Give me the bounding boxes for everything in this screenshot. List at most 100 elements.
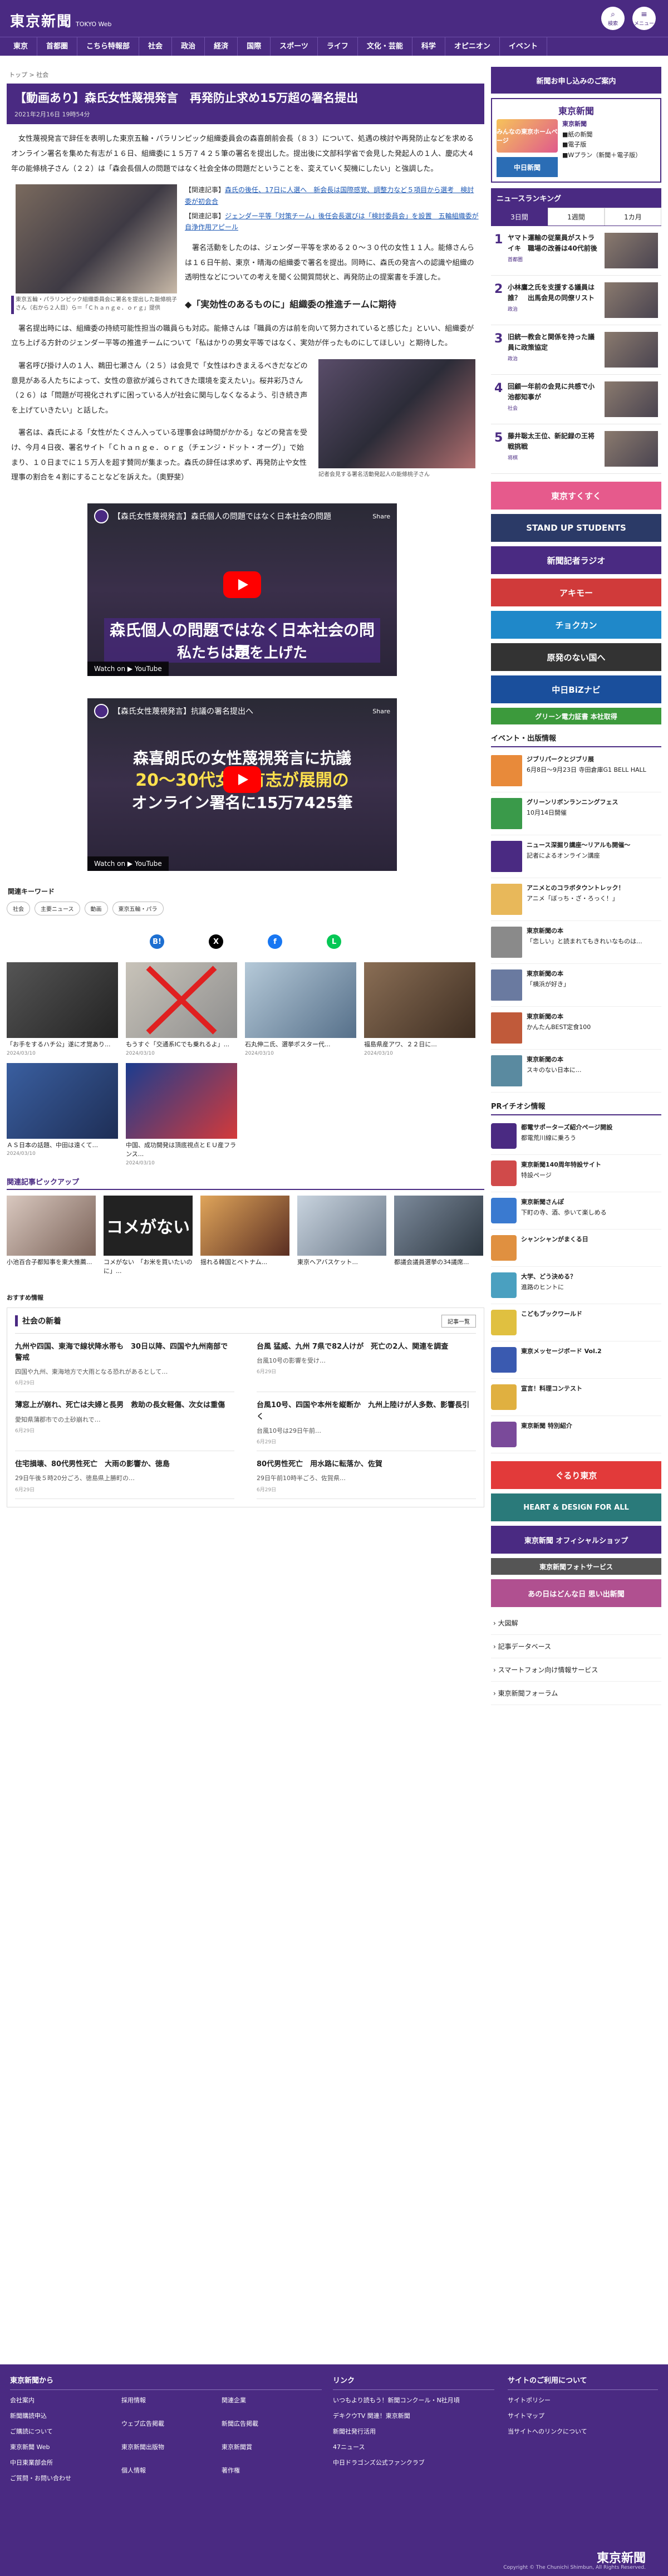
footer-link[interactable]: 新聞購読申込 [10, 2411, 105, 2420]
related-card[interactable]: 「お手をするハチ公」遂に才覚あり... 2024/03/10 [7, 962, 118, 1056]
banner-biznavi[interactable]: 中日BiZナビ [491, 675, 661, 703]
footer-link[interactable]: ご購読について [10, 2427, 105, 2436]
tab-1week[interactable]: 1週間 [548, 208, 605, 226]
footer-logo[interactable]: 東京新聞 [597, 2548, 646, 2566]
pickup-card[interactable]: 東京ヘアバスケット... [297, 1195, 386, 1276]
footer-link[interactable]: ウェブ広告掲載 [121, 2419, 205, 2436]
footer-link[interactable]: いつもより読もう！新聞コンクール・N社月頃 [333, 2396, 494, 2404]
footer-link[interactable]: 関連企業 [222, 2396, 305, 2412]
event-item[interactable]: 東京新聞の本 「恋しい」と読まれてもきれいなものは... [491, 921, 661, 964]
related-link-2[interactable]: ジェンダー平等「対策チーム」後任会長選びは「検討委員会」を設置 五輪組織委が自浄… [185, 212, 479, 231]
sidebar-link[interactable]: › 東京新聞フォーラム [491, 1682, 661, 1705]
banner-akimo[interactable]: アキモー [491, 579, 661, 606]
event-item[interactable]: ジブリパークとジブリ展 6月8日〜9月23日 寺田倉庫G1 BELL HALL [491, 750, 661, 792]
footer-link[interactable]: 当サイトへのリンクについて [508, 2427, 658, 2436]
footer-link[interactable]: 採用情報 [121, 2396, 205, 2412]
keyword-tag[interactable]: 主要ニュース [35, 902, 80, 915]
footer-link[interactable]: 著作権 [222, 2466, 305, 2482]
event-item[interactable]: アニメとのコラボタウントレック！ アニメ「ぼっち・ざ・ろっく！」 [491, 878, 661, 921]
nav-item[interactable]: 科学 [412, 37, 445, 56]
news-item[interactable]: 薄窓上が崩れ、死亡は夫婦と長男 救助の長女軽傷、次女は重傷 愛知県蒲郡市での土砂崩… [15, 1392, 234, 1452]
pr-item[interactable]: 東京新聞さんぽ 下町の寺、酒、歩いて楽しめる [491, 1192, 661, 1230]
nav-item[interactable]: 東京 [4, 37, 38, 56]
pr-item[interactable]: 都電サポーターズ紹介ページ開設 都電荒川線に乗ろう [491, 1118, 661, 1155]
banner-gururi[interactable]: ぐるり東京 [491, 1461, 661, 1489]
banner-radio[interactable]: 新聞記者ラジオ [491, 546, 661, 574]
footer-link[interactable]: 新聞広告掲載 [222, 2419, 305, 2436]
pickup-card[interactable]: コメがない コメがない 「お米を買いたいのに」... [104, 1195, 193, 1276]
watch-on-youtube[interactable]: Watch on ▶ YouTube [87, 662, 169, 676]
pr-item[interactable]: シャンシャンがまくる日 [491, 1230, 661, 1267]
ranking-item[interactable]: 3 旧統一教会と関係を持った議員に政策協定 政治 [491, 325, 661, 375]
play-icon[interactable] [223, 766, 261, 793]
sidebar-link[interactable]: › 記事データベース [491, 1635, 661, 1658]
youtube-embed-2[interactable]: 【森氏女性蔑視発言】抗議の署名提出へShare 森喜朗氏の女性蔑視発言に抗議 2… [87, 698, 397, 871]
nav-item[interactable]: スポーツ [271, 37, 318, 56]
banner-genpatsu[interactable]: 原発のない国へ [491, 643, 661, 671]
article-photo-2[interactable]: 記者会見する署名活動発起人の能條桃子さん [318, 359, 475, 479]
footer-link[interactable]: ご質問・お問い合わせ [10, 2474, 105, 2482]
share-button[interactable]: Share [372, 513, 390, 520]
sidebar-link[interactable]: › 大図解 [491, 1612, 661, 1635]
footer-link[interactable]: サイトポリシー [508, 2396, 658, 2404]
footer-link[interactable]: 東京新聞出版物 [121, 2442, 205, 2459]
facebook-icon[interactable]: f [268, 934, 282, 949]
nav-item[interactable]: 国際 [238, 37, 271, 56]
pr-item[interactable]: こどもブックワールド [491, 1304, 661, 1341]
related-card[interactable]: ＡＳ日本の話題、中田は遠くて... 2024/03/10 [7, 1062, 118, 1166]
footer-link[interactable]: 中日東業部会所 [10, 2458, 105, 2467]
footer-link[interactable]: 個人情報 [121, 2466, 205, 2482]
news-item[interactable]: 台風 猛威、九州 7県で82人けが 死亡の2人、関連を調査 台風10号の影響を受け… [257, 1334, 476, 1393]
youtube-embed-1[interactable]: 【森氏女性蔑視発言】森氏個人の問題ではなく日本社会の問題 Share 森氏個人の問… [87, 503, 397, 676]
search-button[interactable]: ⌕ 検索 [601, 7, 625, 30]
footer-link[interactable]: 東京新聞 Web [10, 2442, 105, 2451]
play-icon[interactable] [223, 571, 261, 598]
pr-item[interactable]: 宣言！料理コンテスト [491, 1379, 661, 1416]
banner-omoide[interactable]: あの日はどんな日 思い出新聞 [491, 1579, 661, 1607]
article-photo[interactable]: 東京五輪・パラリンピック組織委員会に署名を提出した能條桃子さん（右から２人目）ら… [16, 184, 177, 312]
share-button[interactable]: Share [372, 708, 390, 715]
menu-button[interactable]: ≡ メニュー [632, 7, 656, 30]
event-item[interactable]: ニュース深掘り講座～リアルも開催～ 記者によるオンライン講座 [491, 835, 661, 878]
watch-on-youtube[interactable]: Watch on ▶ YouTube [87, 856, 169, 871]
breadcrumb[interactable]: トップ > 社会 [9, 70, 484, 79]
nav-item[interactable]: ライフ [318, 37, 358, 56]
keyword-tag[interactable]: 社会 [7, 902, 30, 915]
footer-link[interactable]: 中日ドラゴンズ公式ファンクラブ [333, 2458, 494, 2467]
event-item[interactable]: 東京新聞の本 スキのない日本に... [491, 1050, 661, 1093]
pr-item[interactable]: 東京新聞140周年特設サイト 特設ページ [491, 1155, 661, 1192]
nav-item[interactable]: 経済 [205, 37, 238, 56]
banner-heart-design[interactable]: HEART & DESIGN FOR ALL [491, 1493, 661, 1521]
sidebar-link[interactable]: › スマートフォン向け情報サービス [491, 1658, 661, 1682]
more-button[interactable]: 記事一覧 [441, 1314, 476, 1328]
event-item[interactable]: 東京新聞の本 「横浜が好き」 [491, 964, 661, 1007]
nav-item[interactable]: 政治 [172, 37, 205, 56]
pickup-card[interactable]: 都議会議員選挙の34議席... [394, 1195, 483, 1276]
footer-link[interactable]: 東京新聞賞 [222, 2442, 305, 2459]
banner-sukusuku[interactable]: 東京すくすく [491, 482, 661, 510]
pickup-card[interactable]: 小池百合子都知事を東大推薦... [7, 1195, 96, 1276]
news-item[interactable]: 80代男性死亡 用水路に転落か、佐賀 29日午前10時半ごろ、佐賀県… 6月29日 [257, 1451, 476, 1499]
news-item[interactable]: 台風10号、四国や本州を縦断か 九州上陸けが人多数、影響長引く 台風10号は29日… [257, 1392, 476, 1452]
news-item[interactable]: 住宅損壊、80代男性死亡 大雨の影響か、徳島 29日午後５時20分ごろ、徳島県上勝… [15, 1451, 234, 1499]
keyword-tag[interactable]: 動画 [84, 902, 108, 915]
footer-link[interactable]: 会社案内 [10, 2396, 105, 2404]
pickup-card[interactable]: 揺れる韓国とベトナム... [200, 1195, 289, 1276]
ranking-item[interactable]: 5 藤井聡太王位、新記録の王将戦挑戦 将棋 [491, 424, 661, 474]
related-card[interactable]: もうすぐ「交通系ICでも乗れるよ」... 2024/03/10 [126, 962, 237, 1056]
subscribe-banner[interactable]: 新聞お申し込みのご案内 [491, 67, 661, 94]
banner-photo[interactable]: 東京新聞フォトサービス [491, 1558, 661, 1575]
ranking-item[interactable]: 2 小林鷹之氏を支援する議員は誰？ 出馬会見の同僚リスト 政治 [491, 276, 661, 325]
footer-link[interactable]: 47ニュース [333, 2442, 494, 2451]
event-item[interactable]: 東京新聞の本 かんたんBEST定食100 [491, 1007, 661, 1050]
footer-link[interactable]: サイトマップ [508, 2411, 658, 2420]
nav-item[interactable]: オピニオン [445, 37, 500, 56]
banner-chokukan[interactable]: チョクカン [491, 611, 661, 639]
nav-item[interactable]: こちら特報部 [77, 37, 140, 56]
nav-item[interactable]: イベント [500, 37, 547, 56]
ranking-item[interactable]: 4 回顧一年前の会見に共感で小池都知事が 社会 [491, 375, 661, 424]
subscription-promo[interactable]: 東京新聞 みんなの東京ホームページ 中日新聞 東京新聞 ■紙の新聞 ■電子版 ■… [491, 98, 661, 183]
pr-item[interactable]: 東京新聞 特別紹介 [491, 1416, 661, 1453]
banner-standup[interactable]: STAND UP STUDENTS [491, 514, 661, 542]
related-link-1[interactable]: 森氏の後任、17日に人選へ 新会長は国際感覚、調整力など５項目から選考 検討委が… [185, 186, 474, 205]
